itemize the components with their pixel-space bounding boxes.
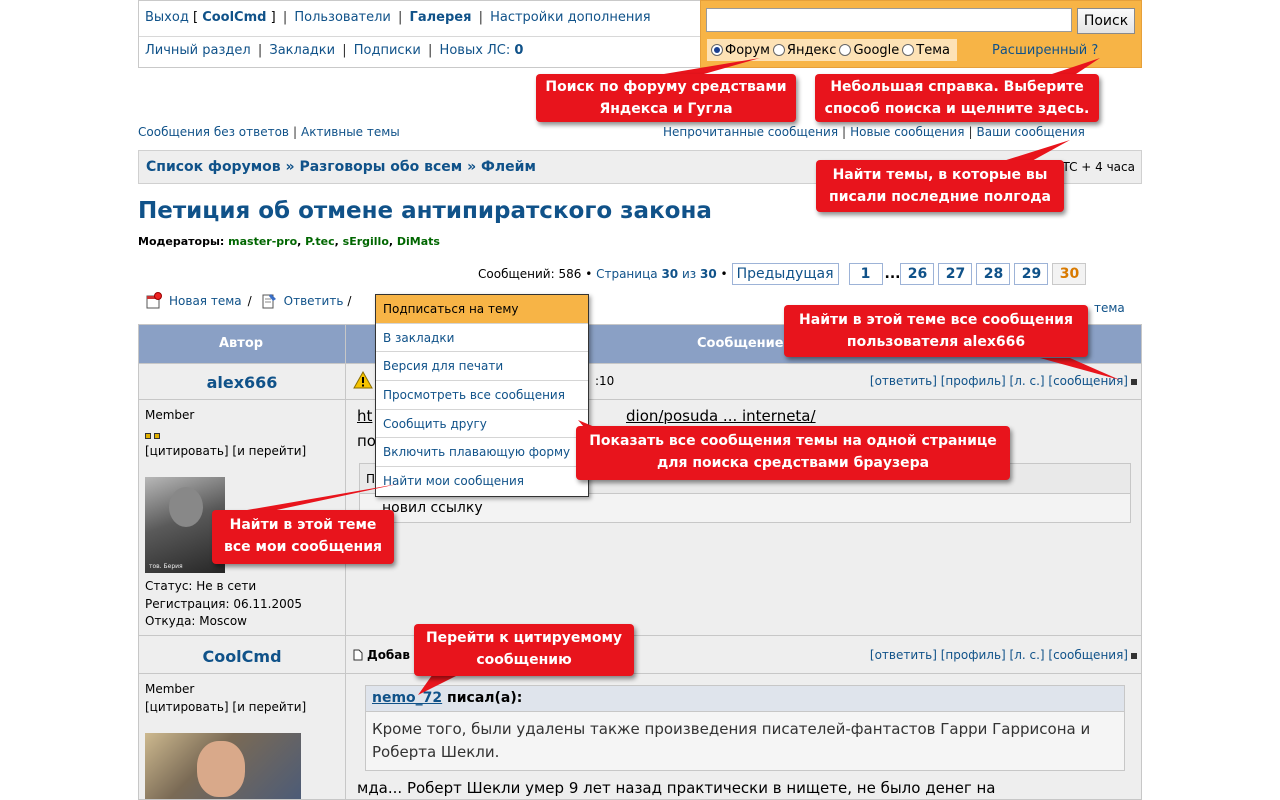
tail-your-posts: [1000, 140, 1070, 162]
callout-help: Небольшая справка. Выберите способ поиск…: [815, 74, 1099, 122]
tail-user-posts: [1040, 358, 1120, 380]
callout-all-posts: Показать все сообщения темы на одной стр…: [576, 426, 1010, 480]
callout-quote-jump: Перейти к цитируемому сообщению: [414, 624, 634, 676]
callout-your-posts: Найти темы, в которые вы писали последни…: [816, 160, 1064, 212]
callout-yandex-google: Поиск по форуму средствами Яндекса и Гуг…: [536, 74, 796, 122]
callout-user-posts: Найти в этой теме все сообщения пользова…: [784, 305, 1088, 357]
callout-my-posts: Найти в этой теме все мои сообщения: [212, 510, 394, 564]
